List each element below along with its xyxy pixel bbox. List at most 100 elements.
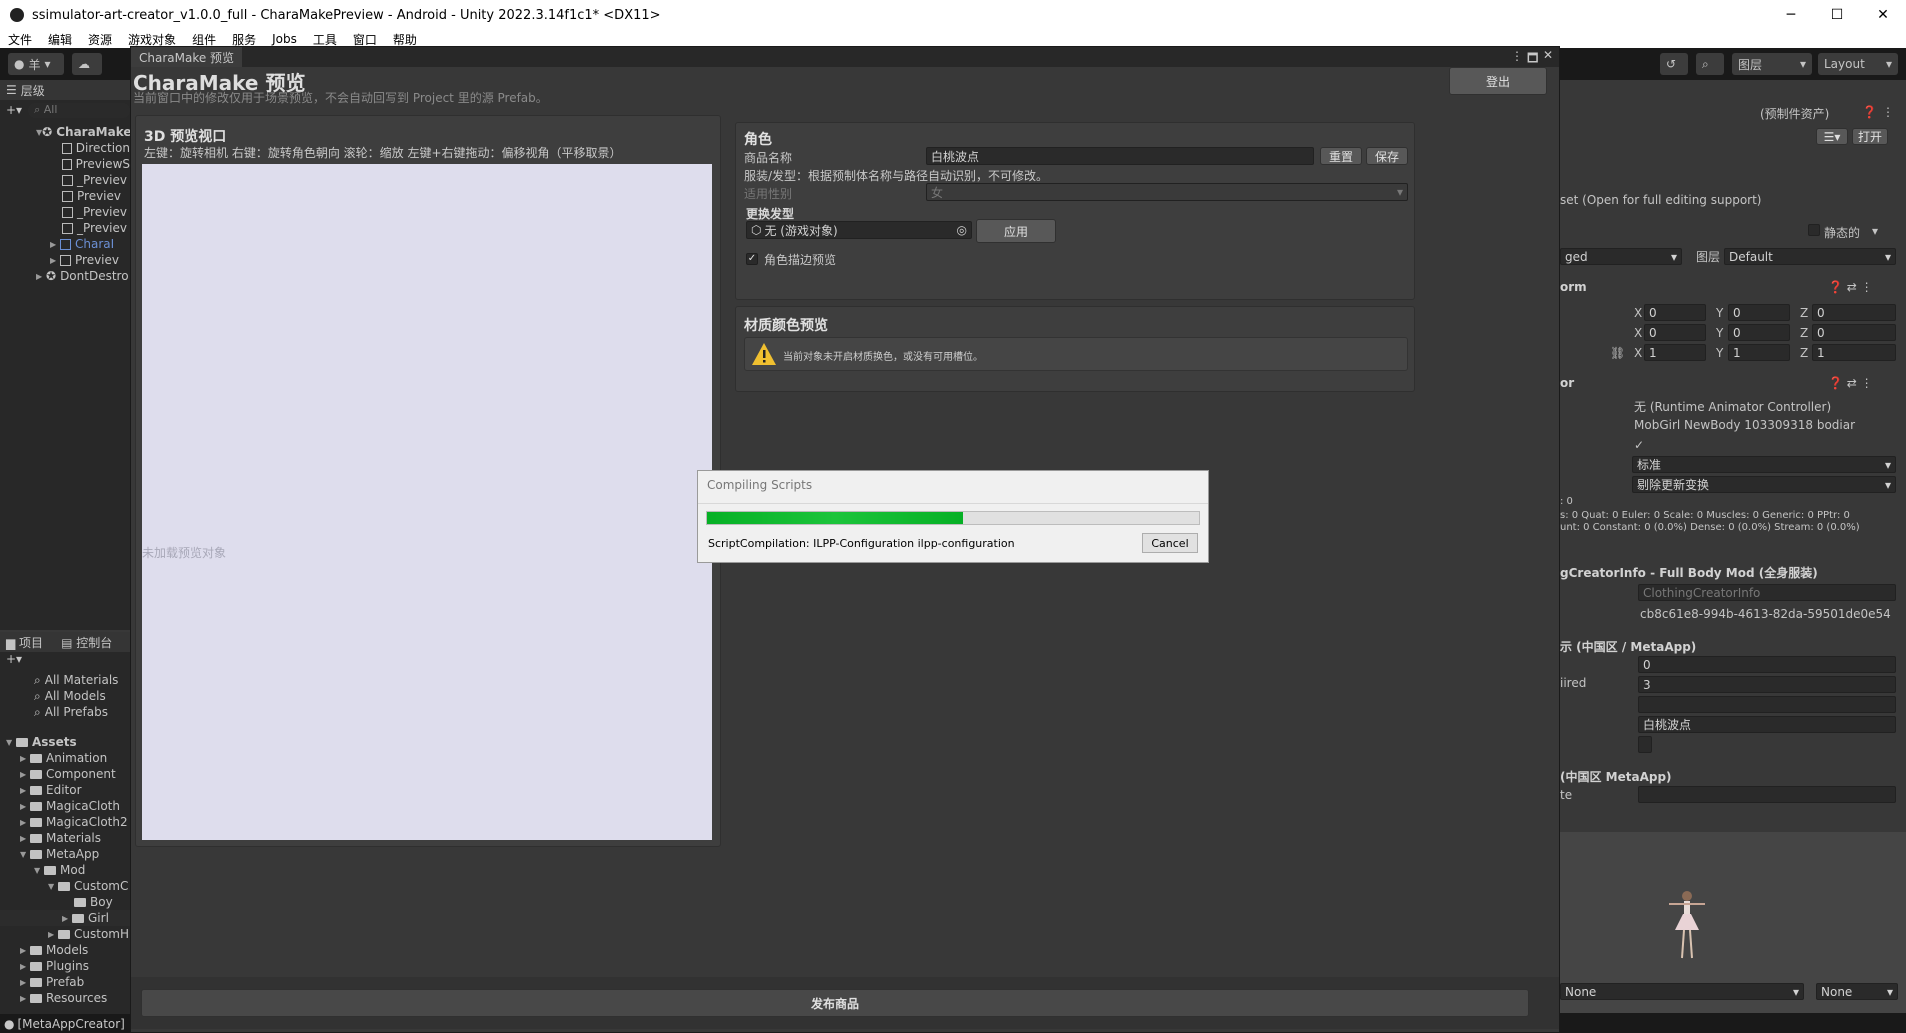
more-icon[interactable]: ⋮	[1511, 49, 1523, 63]
history-button[interactable]: ↺	[1660, 53, 1688, 75]
list-item[interactable]: ⌕ All Models	[0, 688, 130, 704]
list-item[interactable]: ▶ CharaI	[0, 236, 130, 252]
open-prefab-button[interactable]: 打开	[1852, 128, 1888, 145]
checkbox[interactable]	[1638, 736, 1652, 753]
menu-file[interactable]: 文件	[8, 31, 32, 48]
scale-y-field[interactable]: 1	[1728, 344, 1790, 361]
avatar-field[interactable]: MobGirl NewBody 103309318 bodiar	[1634, 418, 1855, 432]
list-item[interactable]: ▼ ✪ CharaMake	[0, 124, 130, 140]
hierarchy-tab[interactable]: ☰ 层级	[0, 80, 130, 100]
menu-help[interactable]: 帮助	[393, 31, 417, 48]
menu-component[interactable]: 组件	[192, 31, 216, 48]
product-name-input[interactable]: 白桃波点	[926, 147, 1314, 165]
list-item[interactable]: ▶ CustomH	[0, 926, 130, 942]
chevron-down-icon[interactable]: ▾	[1872, 224, 1878, 238]
menu-services[interactable]: 服务	[232, 31, 256, 48]
none-dropdown-1[interactable]: None ▾	[1560, 983, 1804, 1000]
rot-z-field[interactable]: 0	[1812, 324, 1896, 341]
list-item[interactable]: _Previev	[0, 204, 130, 220]
hair-object-field[interactable]: ⬡ 无 (游戏对象) ◎	[746, 221, 972, 239]
field-0[interactable]: 0	[1638, 656, 1896, 673]
list-item[interactable]: ▶ Girl	[0, 910, 130, 926]
publish-button[interactable]: 发布商品	[141, 989, 1529, 1017]
minimize-button[interactable]: ─	[1768, 0, 1814, 30]
pos-z-field[interactable]: 0	[1812, 304, 1896, 321]
animator-header[interactable]: or	[1560, 376, 1574, 390]
clothing-header[interactable]: gCreatorInfo - Full Body Mod (全身服装)	[1560, 564, 1818, 581]
tag-dropdown[interactable]: ged ▾	[1560, 248, 1682, 265]
pos-x-field[interactable]: 0	[1644, 304, 1706, 321]
list-item[interactable]: ⌕ All Materials	[0, 672, 130, 688]
layout-dropdown[interactable]: Layout ▾	[1818, 53, 1898, 75]
menu-edit[interactable]: 编辑	[48, 31, 72, 48]
tab-charamake[interactable]: CharaMake 预览	[131, 47, 243, 67]
list-item[interactable]: ▶ MagicaCloth2	[0, 814, 130, 830]
object-field[interactable]	[1638, 786, 1896, 803]
scale-x-field[interactable]: 1	[1644, 344, 1706, 361]
rot-y-field[interactable]: 0	[1728, 324, 1790, 341]
list-item[interactable]: ▶ Editor	[0, 782, 130, 798]
close-button[interactable]: ✕	[1860, 0, 1906, 30]
save-button[interactable]: 保存	[1366, 147, 1408, 165]
tab-project[interactable]: ▆ 项目	[6, 634, 43, 651]
pos-y-field[interactable]: 0	[1728, 304, 1790, 321]
field-3[interactable]: 3	[1638, 676, 1896, 693]
target-icon[interactable]: ◎	[957, 223, 971, 237]
component-tools-icon[interactable]: ❓ ⇄ ⋮	[1828, 280, 1873, 294]
apply-root-motion-checkbox[interactable]: ✓	[1634, 438, 1644, 452]
logout-button[interactable]: 登出	[1449, 67, 1547, 95]
list-item[interactable]: ▶ Models	[0, 942, 130, 958]
list-item[interactable]: ▶ Component	[0, 766, 130, 782]
culling-mode-dropdown[interactable]: 剔除更新变换 ▾	[1632, 476, 1896, 493]
list-item[interactable]: ▶ Materials	[0, 830, 130, 846]
close-icon[interactable]: ✕	[1543, 48, 1553, 62]
account-button[interactable]: ● 羊 ▾	[8, 53, 64, 75]
list-item[interactable]: Previev	[0, 188, 130, 204]
outline-checkbox[interactable]: ✓	[746, 253, 758, 265]
list-item[interactable]: ▶ Plugins	[0, 958, 130, 974]
list-item[interactable]: ▼ CustomC	[0, 878, 130, 894]
transform-header[interactable]: orm	[1560, 280, 1587, 294]
list-item[interactable]: _Previev	[0, 172, 130, 188]
list-item[interactable]: _Previev	[0, 220, 130, 236]
list-item[interactable]: ▶ Previev	[0, 252, 130, 268]
list-item[interactable]: ▼ MetaApp	[0, 846, 130, 862]
scale-z-field[interactable]: 1	[1812, 344, 1896, 361]
component-tools-icon[interactable]: ❓ ⇄ ⋮	[1828, 376, 1873, 390]
list-item[interactable]: ▶ Prefab	[0, 974, 130, 990]
cloud-button[interactable]: ☁	[72, 53, 102, 75]
rot-x-field[interactable]: 0	[1644, 324, 1706, 341]
add-button[interactable]: +▾	[6, 103, 22, 117]
list-item[interactable]: ▶ ✪ DontDestro	[0, 268, 130, 284]
menu-tools[interactable]: 工具	[313, 31, 337, 48]
controller-field[interactable]: 无 (Runtime Animator Controller)	[1634, 398, 1831, 415]
cancel-button[interactable]: Cancel	[1142, 533, 1198, 553]
apply-button[interactable]: 应用	[976, 219, 1056, 243]
name-field[interactable]: 白桃波点	[1638, 716, 1896, 733]
list-item[interactable]: ▶ MagicaCloth	[0, 798, 130, 814]
view-options-dropdown[interactable]: ☰▾	[1816, 128, 1848, 145]
list-item[interactable]: ▶ Resources	[0, 990, 130, 1006]
maximize-button[interactable]: ☐	[1814, 0, 1860, 30]
reset-button[interactable]: 重置	[1320, 147, 1362, 165]
menu-jobs[interactable]: Jobs	[272, 32, 297, 46]
list-item[interactable]: ▼ Assets	[0, 734, 130, 750]
list-item[interactable]: ▼ Mod	[0, 862, 130, 878]
more-icon[interactable]: ⋮	[1882, 105, 1894, 119]
list-item[interactable]: Boy	[0, 894, 130, 910]
list-item[interactable]: ▶ Animation	[0, 750, 130, 766]
update-mode-dropdown[interactable]: 标准 ▾	[1632, 456, 1896, 473]
link-icon[interactable]: ⛓	[1610, 346, 1625, 360]
static-checkbox[interactable]	[1808, 224, 1820, 236]
menu-window[interactable]: 窗口	[353, 31, 377, 48]
help-icon[interactable]: ❓	[1862, 105, 1877, 119]
list-item[interactable]: Direction	[0, 140, 130, 156]
menu-assets[interactable]: 资源	[88, 31, 112, 48]
list-item[interactable]: ⌕ All Prefabs	[0, 704, 130, 720]
hierarchy-search-input[interactable]: ⌕ All	[28, 102, 130, 118]
menu-gameobject[interactable]: 游戏对象	[128, 31, 176, 48]
list-item[interactable]: PreviewS	[0, 156, 130, 172]
search-button[interactable]: ⌕	[1696, 53, 1724, 75]
tab-console[interactable]: ▤ 控制台	[61, 634, 112, 651]
layers-dropdown[interactable]: 图层 ▾	[1732, 53, 1812, 75]
